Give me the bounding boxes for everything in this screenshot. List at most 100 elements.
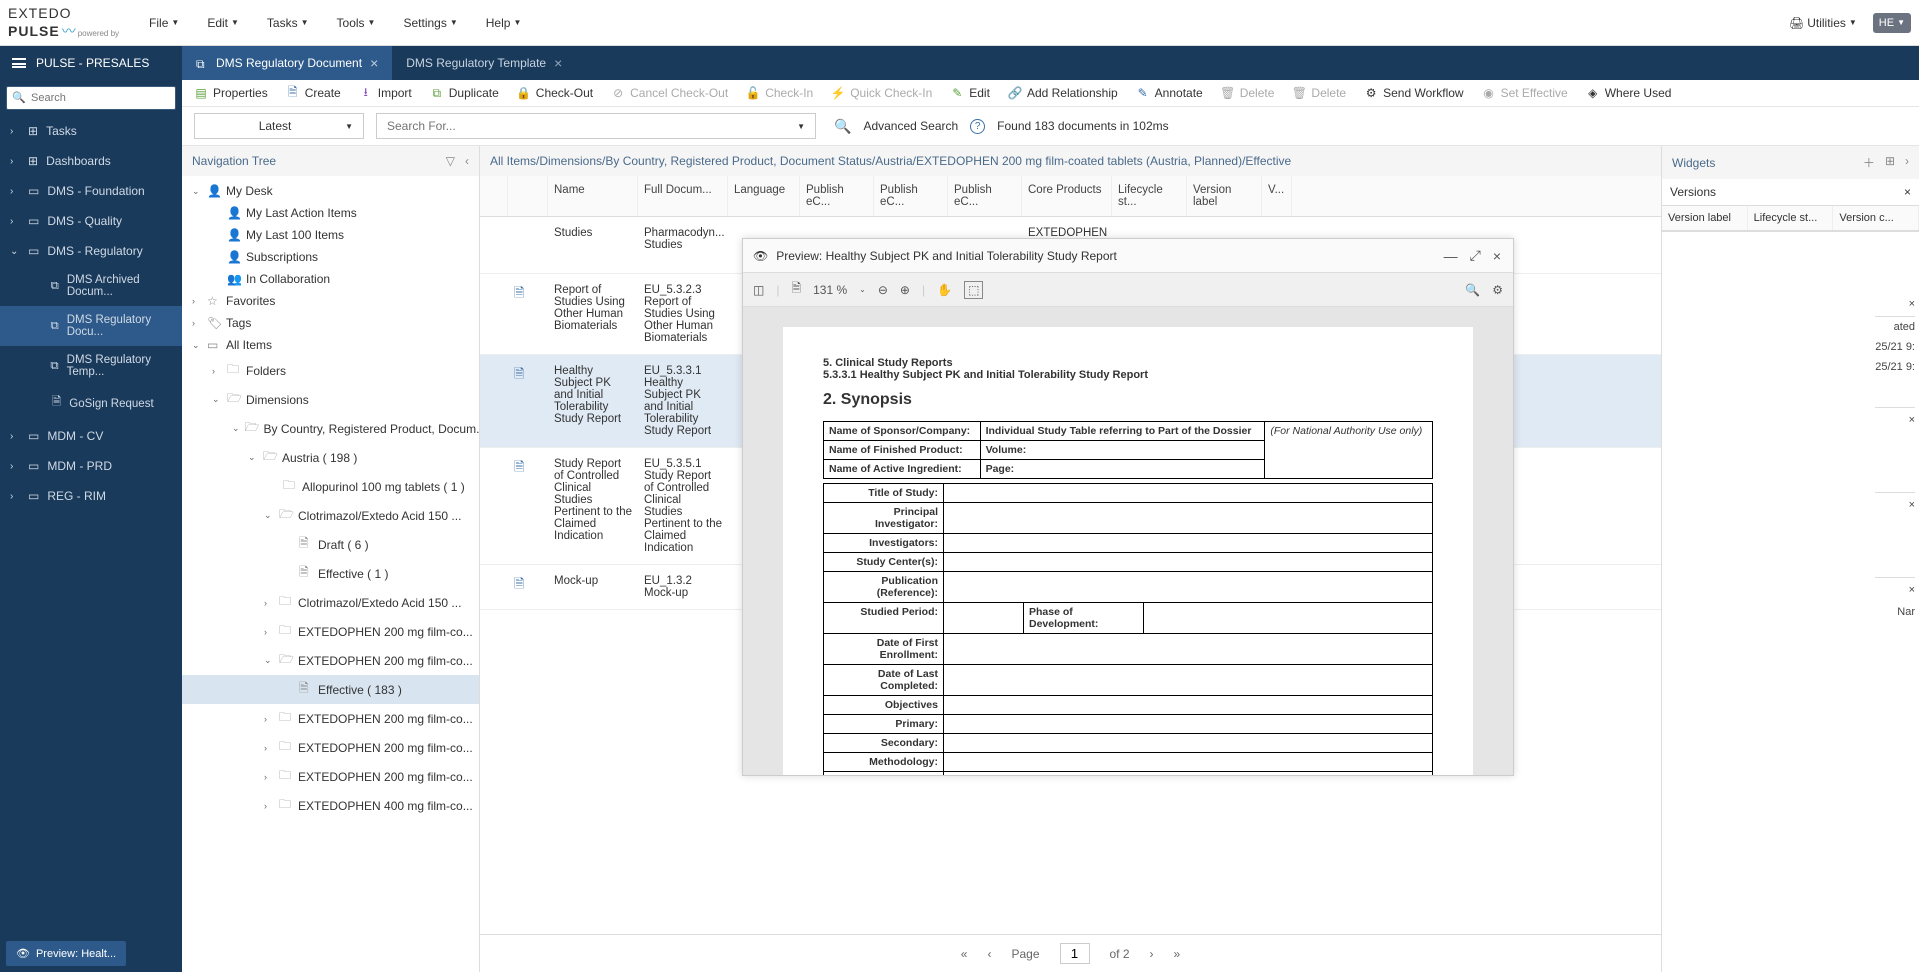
search-icon[interactable]: 🔍 (1465, 283, 1480, 297)
tree-node[interactable]: ⌄🗁By Country, Registered Product, Docum.… (182, 414, 479, 443)
zoom-level[interactable]: 131 % (813, 283, 847, 297)
grid-header[interactable] (480, 176, 508, 216)
maximize-icon[interactable]: ⤢ (1468, 245, 1483, 266)
tree-node[interactable]: 🗀Allopurinol 100 mg tablets ( 1 ) (182, 472, 479, 501)
grid-header[interactable]: Full Docum... (638, 176, 728, 216)
tree-node[interactable]: 👤My Last Action Items (182, 202, 479, 224)
close-icon[interactable]: × (1491, 246, 1503, 266)
toolbar-duplicate[interactable]: ⧉Duplicate (430, 86, 499, 100)
close-icon[interactable]: × (1904, 185, 1911, 199)
tab-dms-reg-doc[interactable]: ⧉ DMS Regulatory Document × (182, 46, 392, 80)
tree-node[interactable]: ⌄▭All Items (182, 334, 479, 356)
toolbar-properties[interactable]: ▤Properties (194, 86, 268, 100)
tree-node[interactable]: ⌄🗁Austria ( 198 ) (182, 443, 479, 472)
close-icon[interactable]: × (370, 55, 378, 71)
sidebar-search[interactable] (6, 86, 176, 110)
next-page[interactable]: › (1150, 947, 1154, 961)
sidebar-item[interactable]: ›▭DMS - Quality (0, 206, 182, 236)
zoom-out-icon[interactable]: ⊖ (878, 283, 888, 297)
tree-node[interactable]: ›🏷Tags (182, 312, 479, 334)
tree-node[interactable]: ›🗀EXTEDOPHEN 200 mg film-co... (182, 704, 479, 733)
chevron-right-icon[interactable]: › (1905, 154, 1909, 171)
add-icon[interactable]: ＋ (1863, 154, 1875, 171)
tree-node[interactable]: 👤Subscriptions (182, 246, 479, 268)
sidebar-item[interactable]: ›▭DMS - Foundation (0, 176, 182, 206)
menu-settings[interactable]: Settings▼ (403, 16, 457, 30)
grid-header[interactable]: Version label (1187, 176, 1262, 216)
toolbar-check-out[interactable]: 🔒Check-Out (517, 86, 593, 100)
grid-header[interactable]: Name (548, 176, 638, 216)
sidebar-item[interactable]: ›▭MDM - CV (0, 421, 182, 451)
toolbar-where-used[interactable]: ◈Where Used (1586, 86, 1672, 100)
menu-tools[interactable]: Tools▼ (337, 16, 376, 30)
select-icon[interactable]: ⬚ (964, 281, 983, 299)
tree-node[interactable]: ›🗀Clotrimazol/Extedo Acid 150 ... (182, 588, 479, 617)
grid-header[interactable]: Publish eC... (800, 176, 874, 216)
close-icon[interactable]: × (1909, 298, 1915, 310)
search-input[interactable] (387, 119, 797, 133)
tree-node[interactable]: 👤My Last 100 Items (182, 224, 479, 246)
first-page[interactable]: « (961, 947, 968, 961)
tree-node[interactable]: ›🗀EXTEDOPHEN 200 mg film-co... (182, 733, 479, 762)
grid-header[interactable]: Language (728, 176, 800, 216)
tab-dms-reg-template[interactable]: DMS Regulatory Template × (392, 46, 576, 80)
search-icon[interactable]: 🔍 (834, 118, 851, 135)
minimize-icon[interactable]: — (1442, 246, 1460, 266)
close-icon[interactable]: × (1909, 499, 1915, 511)
filter-icon[interactable]: ▽ (446, 154, 455, 168)
tree-node[interactable]: 🗎Effective ( 183 ) (182, 675, 479, 704)
tree-node[interactable]: ›🗀EXTEDOPHEN 200 mg film-co... (182, 762, 479, 791)
sidebar-item[interactable]: ⧉DMS Regulatory Temp... (0, 346, 182, 386)
tree-node[interactable]: ›🗀Folders (182, 356, 479, 385)
latest-dropdown[interactable]: Latest▼ (194, 113, 364, 139)
close-icon[interactable]: × (1909, 414, 1915, 426)
collapse-icon[interactable]: ‹ (465, 154, 469, 168)
toolbar-create[interactable]: 🗎Create (286, 86, 341, 100)
grid-header[interactable]: Publish eC... (874, 176, 948, 216)
tree-node[interactable]: ⌄👤My Desk (182, 180, 479, 202)
last-page[interactable]: » (1174, 947, 1181, 961)
grid-header[interactable]: Core Products (1022, 176, 1112, 216)
toolbar-annotate[interactable]: ✎Annotate (1136, 86, 1203, 100)
toolbar-send-workflow[interactable]: ⚙Send Workflow (1364, 86, 1463, 100)
tree-node[interactable]: ⌄🗁Dimensions (182, 385, 479, 414)
sidebar-item[interactable]: ›⊞Dashboards (0, 146, 182, 176)
sidebar-item[interactable]: ›▭REG - RIM (0, 481, 182, 511)
chevron-down-icon[interactable]: ▼ (797, 122, 805, 131)
prev-page[interactable]: ‹ (987, 947, 991, 961)
zoom-in-icon[interactable]: ⊕ (900, 283, 910, 297)
menu-edit[interactable]: Edit▼ (207, 16, 239, 30)
advanced-search-link[interactable]: Advanced Search (863, 119, 958, 133)
grid-header[interactable] (508, 176, 548, 216)
tree-node[interactable]: 👥In Collaboration (182, 268, 479, 290)
sidebar-item[interactable]: 🗎GoSign Request (0, 386, 182, 421)
grid-header[interactable]: Lifecycle st... (1112, 176, 1187, 216)
tree-node[interactable]: ›🗀EXTEDOPHEN 200 mg film-co... (182, 617, 479, 646)
menu-help[interactable]: Help▼ (486, 16, 522, 30)
sidebar-item[interactable]: ›▭MDM - PRD (0, 451, 182, 481)
pan-icon[interactable]: ✋ (937, 283, 952, 297)
tree-node[interactable]: ›☆Favorites (182, 290, 479, 312)
sidebar-toggle-icon[interactable]: ◫ (753, 283, 764, 297)
close-icon[interactable]: × (1909, 584, 1915, 596)
utilities-menu[interactable]: 🖨Utilities▼ (1789, 16, 1857, 30)
tree-node[interactable]: ⌄🗁EXTEDOPHEN 200 mg film-co... (182, 646, 479, 675)
sidebar-item[interactable]: ⌄▭DMS - Regulatory (0, 236, 182, 266)
grid-icon[interactable]: ⊞ (1885, 154, 1895, 171)
toolbar-import[interactable]: ⭳Import (359, 86, 412, 100)
toolbar-add-relationship[interactable]: 🔗Add Relationship (1008, 86, 1118, 100)
page-input[interactable] (1060, 943, 1090, 964)
tree-node[interactable]: ⌄🗁Clotrimazol/Extedo Acid 150 ... (182, 501, 479, 530)
help-icon[interactable]: ? (970, 119, 985, 134)
bottom-preview-button[interactable]: 👁 Preview: Healt... (6, 941, 126, 966)
user-menu[interactable]: HE▼ (1873, 13, 1911, 33)
page-icon[interactable]: 🗎 (791, 279, 801, 300)
hamburger-icon[interactable] (12, 58, 26, 68)
sidebar-item[interactable]: ›⊞Tasks (0, 116, 182, 146)
grid-header[interactable]: V... (1262, 176, 1292, 216)
grid-header[interactable]: Publish eC... (948, 176, 1022, 216)
tree-node[interactable]: ›🗀EXTEDOPHEN 400 mg film-co... (182, 791, 479, 820)
toolbar-edit[interactable]: ✎Edit (950, 86, 990, 100)
menu-tasks[interactable]: Tasks▼ (267, 16, 309, 30)
menu-file[interactable]: File▼ (149, 16, 179, 30)
